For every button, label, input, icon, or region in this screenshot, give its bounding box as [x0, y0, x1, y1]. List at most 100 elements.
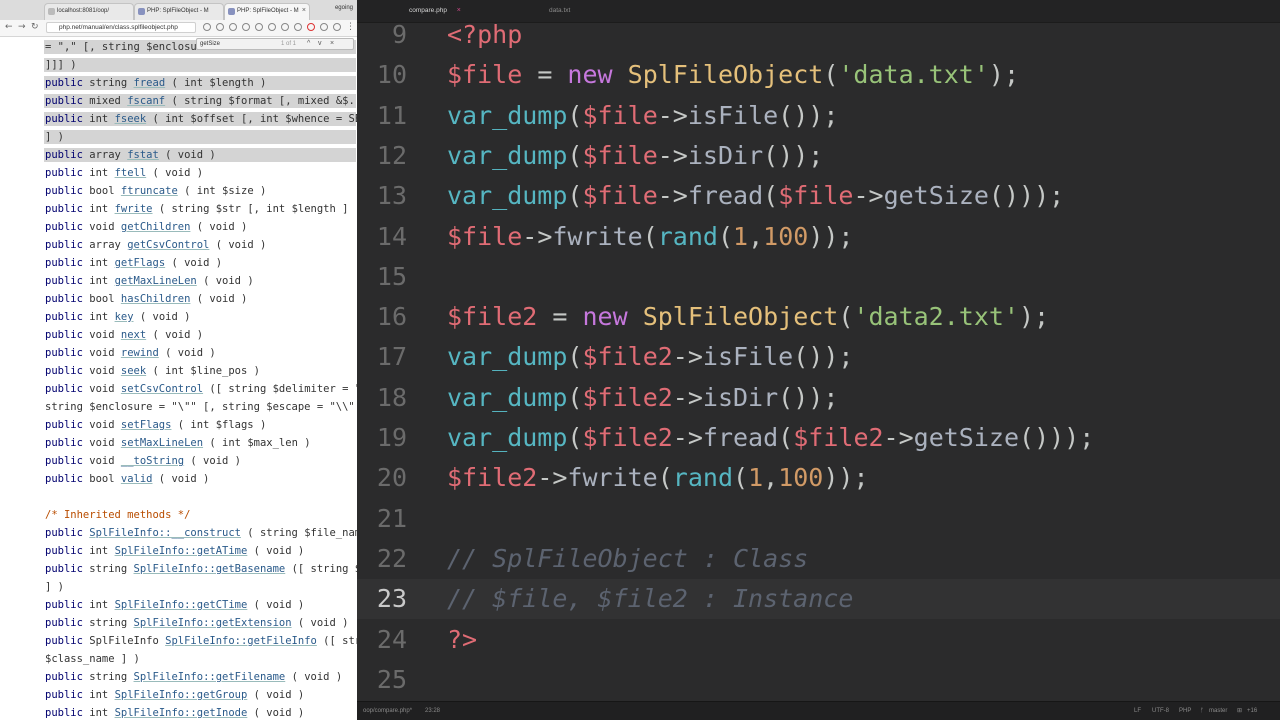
find-prev-icon[interactable]: ^ [307, 40, 310, 47]
status-git-changes[interactable]: +16 [1247, 702, 1257, 720]
method-link[interactable]: SplFileInfo::getInode [115, 707, 248, 719]
status-line-ending[interactable]: LF [1134, 702, 1141, 720]
method-link[interactable]: SplFileInfo::getExtension [134, 617, 292, 629]
extension-icon[interactable] [294, 23, 302, 31]
search-icon[interactable] [203, 23, 211, 31]
editor-tab-data[interactable]: data.txt [549, 0, 570, 22]
reload-icon[interactable]: ↻ [31, 22, 39, 32]
code-line[interactable]: var_dump($file->isDir()); [447, 136, 823, 176]
method-link[interactable]: fscanf [127, 95, 165, 107]
status-grammar[interactable]: PHP [1179, 702, 1191, 720]
tab-label: PHP: SplFileObject - M [237, 8, 299, 14]
code-line[interactable]: // SplFileObject : Class [447, 539, 808, 579]
method-link[interactable]: fstat [127, 149, 159, 161]
status-git-branch[interactable]: master [1209, 702, 1227, 720]
method-link[interactable]: SplFileInfo::getGroup [115, 689, 248, 701]
code-line[interactable]: ?> [447, 620, 477, 660]
browser-tab-php-docs[interactable]: PHP: SplFileObject - M [134, 3, 224, 20]
profile-name[interactable]: egoing [335, 5, 353, 11]
method-link[interactable]: valid [121, 473, 153, 485]
visibility-keyword: public [45, 599, 90, 611]
close-tab-icon[interactable]: × [302, 7, 306, 14]
method-link[interactable]: getMaxLineLen [115, 275, 197, 287]
bookmark-icon[interactable] [216, 23, 224, 31]
forward-icon[interactable]: → [18, 22, 26, 32]
status-cursor-position[interactable]: 23:28 [425, 702, 440, 720]
extension-icon[interactable] [281, 23, 289, 31]
line-number: 15 [376, 261, 407, 291]
extension-icon[interactable] [242, 23, 250, 31]
method-link[interactable]: hasChildren [121, 293, 191, 305]
method-link[interactable]: SplFileInfo::getBasename [134, 563, 286, 575]
method-params: ( void ) [158, 149, 216, 161]
code-line[interactable]: var_dump($file->fread($file->getSize()))… [447, 176, 1064, 216]
url-field[interactable]: php.net/manual/en/class.splfileobject.ph… [46, 22, 196, 33]
method-link[interactable]: SplFileInfo::getFilename [134, 671, 286, 683]
code-token-str: 'data.txt' [838, 60, 989, 90]
method-link[interactable]: getChildren [121, 221, 191, 233]
visibility-keyword: public [45, 185, 90, 197]
method-link[interactable]: ftell [115, 167, 147, 179]
method-link[interactable]: SplFileInfo::getATime [115, 545, 248, 557]
method-link[interactable]: fread [134, 77, 166, 89]
code-token-op: ( [657, 463, 673, 493]
method-link[interactable]: SplFileInfo::__construct [89, 527, 241, 539]
menu-icon[interactable]: ⋮ [346, 22, 355, 32]
extension-icon[interactable] [320, 23, 328, 31]
method-link[interactable]: rewind [121, 347, 159, 359]
code-token-op: ( [567, 423, 583, 452]
code-token-fn: var_dump [447, 181, 568, 211]
method-link[interactable]: ftruncate [121, 185, 178, 197]
code-line[interactable]: var_dump($file2->isDir()); [447, 378, 838, 418]
method-link[interactable]: seek [121, 365, 146, 377]
method-link[interactable]: key [115, 311, 134, 323]
method-link[interactable]: SplFileInfo::getCTime [115, 599, 248, 611]
status-encoding[interactable]: UTF-8 [1152, 702, 1169, 720]
method-link[interactable]: setCsvControl [121, 383, 203, 395]
code-line[interactable]: // $file, $file2 : Instance [447, 579, 853, 619]
code-line[interactable]: $file2->fwrite(rand(1,100)); [447, 458, 869, 498]
extension-icon[interactable] [268, 23, 276, 31]
code-line[interactable]: var_dump($file->isFile()); [447, 96, 838, 136]
method-link[interactable]: fwrite [115, 203, 153, 215]
back-icon[interactable]: ← [5, 22, 13, 32]
visibility-keyword: public [45, 707, 90, 719]
code-line[interactable]: $file2 = new SplFileObject('data2.txt'); [447, 297, 1049, 337]
browser-tab-localhost[interactable]: localhost:8081/oop/ [44, 3, 134, 20]
find-input[interactable]: getSize [200, 41, 220, 47]
return-type: string [89, 671, 134, 683]
extension-icon[interactable] [255, 23, 263, 31]
method-link[interactable]: setFlags [121, 419, 172, 431]
synopsis-line: public int fwrite ( string $str [, int $… [45, 200, 348, 218]
synopsis-line: public string fread ( int $length ) [45, 74, 266, 92]
code-token-op: ( [823, 60, 839, 90]
find-close-icon[interactable]: × [330, 40, 334, 47]
find-next-icon[interactable]: v [318, 40, 322, 47]
synopsis-line: public bool ftruncate ( int $size ) [45, 182, 266, 200]
code-line[interactable]: $file = new SplFileObject('data.txt'); [447, 55, 1019, 95]
find-in-page-bar[interactable]: getSize 1 of 1 ^ v × [196, 38, 354, 50]
method-params: ( void ) [247, 599, 305, 611]
method-link[interactable]: __toString [121, 455, 184, 467]
return-type: string [89, 77, 134, 89]
code-line[interactable]: <?php [447, 15, 522, 55]
synopsis-text: ]]] ) [45, 59, 77, 71]
visibility-keyword: public [45, 473, 90, 485]
method-link[interactable]: next [121, 329, 146, 341]
method-link[interactable]: SplFileInfo::getFileInfo [165, 635, 317, 647]
opera-icon[interactable] [307, 23, 315, 31]
extension-icon[interactable] [229, 23, 237, 31]
browser-tab-php-docs-active[interactable]: PHP: SplFileObject - M × [224, 3, 310, 20]
extension-icon[interactable] [333, 23, 341, 31]
method-link[interactable]: fseek [115, 113, 147, 125]
method-link[interactable]: getCsvControl [127, 239, 209, 251]
code-token-op: ( [567, 181, 583, 211]
method-link[interactable]: setMaxLineLen [121, 437, 203, 449]
code-line[interactable]: var_dump($file2->fread($file2->getSize()… [447, 418, 1094, 458]
method-link[interactable]: getFlags [115, 257, 166, 269]
tab-label: localhost:8081/oop/ [57, 8, 110, 14]
code-line[interactable]: var_dump($file2->isFile()); [447, 337, 853, 377]
close-tab-icon[interactable]: × [457, 7, 461, 14]
code-line[interactable]: $file->fwrite(rand(1,100)); [447, 217, 853, 257]
status-file-path[interactable]: oop/compare.php* [363, 702, 412, 720]
